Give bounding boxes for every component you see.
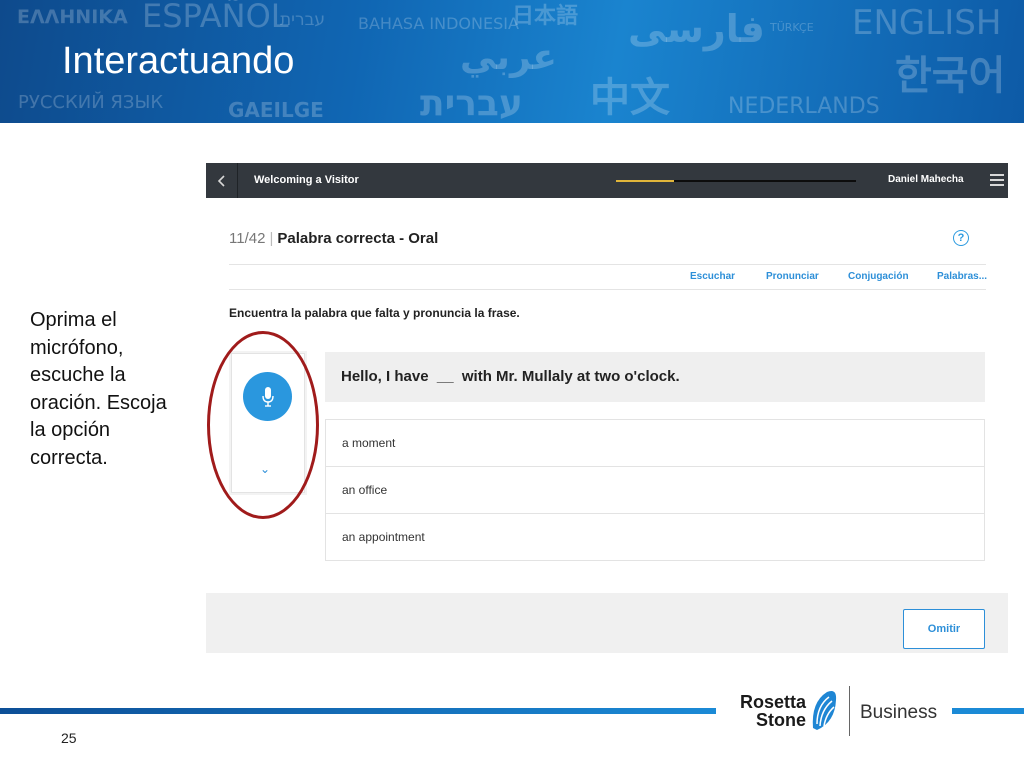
answer-option[interactable]: an appointment: [326, 514, 984, 560]
banner-word: NEDERLANDS: [728, 94, 880, 119]
skip-button[interactable]: Omitir: [903, 609, 985, 649]
lesson-title: Welcoming a Visitor: [254, 174, 359, 186]
answer-option[interactable]: an office: [326, 467, 984, 514]
banner-word: GAEILGE: [228, 98, 324, 122]
exercise-prompt: Encuentra la palabra que falta y pronunc…: [229, 306, 520, 320]
banner-word: TÜRKÇE: [770, 21, 814, 34]
user-name[interactable]: Daniel Mahecha: [888, 174, 964, 185]
activity-heading: 11/42 | Palabra correcta - Oral: [229, 230, 438, 247]
banner-word: فارسی: [628, 7, 765, 51]
chevron-left-icon: [217, 174, 225, 187]
logo-divider: [849, 686, 850, 736]
banner-word: РУССКИЙ ЯЗЫК: [18, 92, 164, 113]
banner-word: ESPAÑOL: [142, 0, 289, 35]
answer-option[interactable]: a moment: [326, 420, 984, 467]
answer-options: a moment an office an appointment: [325, 419, 985, 561]
highlight-ring: [207, 331, 319, 519]
divider: [229, 264, 986, 265]
help-icon[interactable]: ?: [953, 230, 969, 246]
option-label: an office: [342, 483, 388, 497]
tool-palabras[interactable]: Palabras...: [937, 271, 987, 282]
lesson-window: Welcoming a Visitor Daniel Mahecha 11/42…: [206, 163, 1008, 653]
banner-word: עברית: [280, 10, 326, 30]
lesson-footer: Omitir: [206, 593, 1008, 653]
activity-title: Palabra correcta - Oral: [277, 230, 439, 247]
banner-word: 한국어: [895, 53, 1006, 99]
language-banner: ΕΛΛΗΝΙΚΑ ESPAÑOL עברית BAHASA INDONESIA …: [0, 0, 1024, 123]
instruction-text: Oprima el micrófono, escuche la oración.…: [30, 309, 167, 469]
banner-word: عربي: [460, 37, 557, 78]
tool-conjugacion[interactable]: Conjugación: [848, 271, 909, 282]
banner-word: עברית: [420, 83, 523, 123]
option-label: an appointment: [342, 530, 425, 544]
activity-count: 11/42: [229, 230, 266, 247]
option-label: a moment: [342, 436, 396, 450]
footer-rule: [0, 708, 716, 714]
hamburger-menu-icon[interactable]: [990, 174, 1004, 186]
tool-pronunciar[interactable]: Pronunciar: [766, 271, 819, 282]
lesson-progress-bar: [616, 180, 856, 182]
progress-fill: [616, 180, 674, 182]
sentence-text: Hello, I have __ with Mr. Mullaly at two…: [341, 368, 680, 385]
tool-escuchar[interactable]: Escuchar: [690, 271, 735, 282]
logo-stone-text: Stone: [756, 710, 807, 730]
banner-word: ENGLISH: [852, 3, 1002, 43]
sentence-prompt: Hello, I have __ with Mr. Mullaly at two…: [325, 352, 985, 402]
divider: [229, 289, 986, 290]
slide-title: Interactuando: [62, 40, 295, 82]
banner-word: ΕΛΛΗΝΙΚΑ: [17, 6, 128, 28]
back-button[interactable]: [206, 163, 238, 198]
footer-rule: [952, 708, 1024, 714]
logo-rosetta-text: Rosetta: [740, 692, 807, 712]
lesson-header: Welcoming a Visitor Daniel Mahecha: [206, 163, 1008, 198]
banner-word: 日本語: [512, 4, 579, 29]
banner-word: 中文: [590, 75, 670, 121]
rosetta-stone-logo-icon: [812, 691, 837, 730]
banner-word: BAHASA INDONESIA: [358, 14, 519, 33]
heading-separator: |: [269, 230, 274, 247]
page-number: 25: [61, 730, 77, 746]
logo-business-text: Business: [860, 702, 938, 723]
